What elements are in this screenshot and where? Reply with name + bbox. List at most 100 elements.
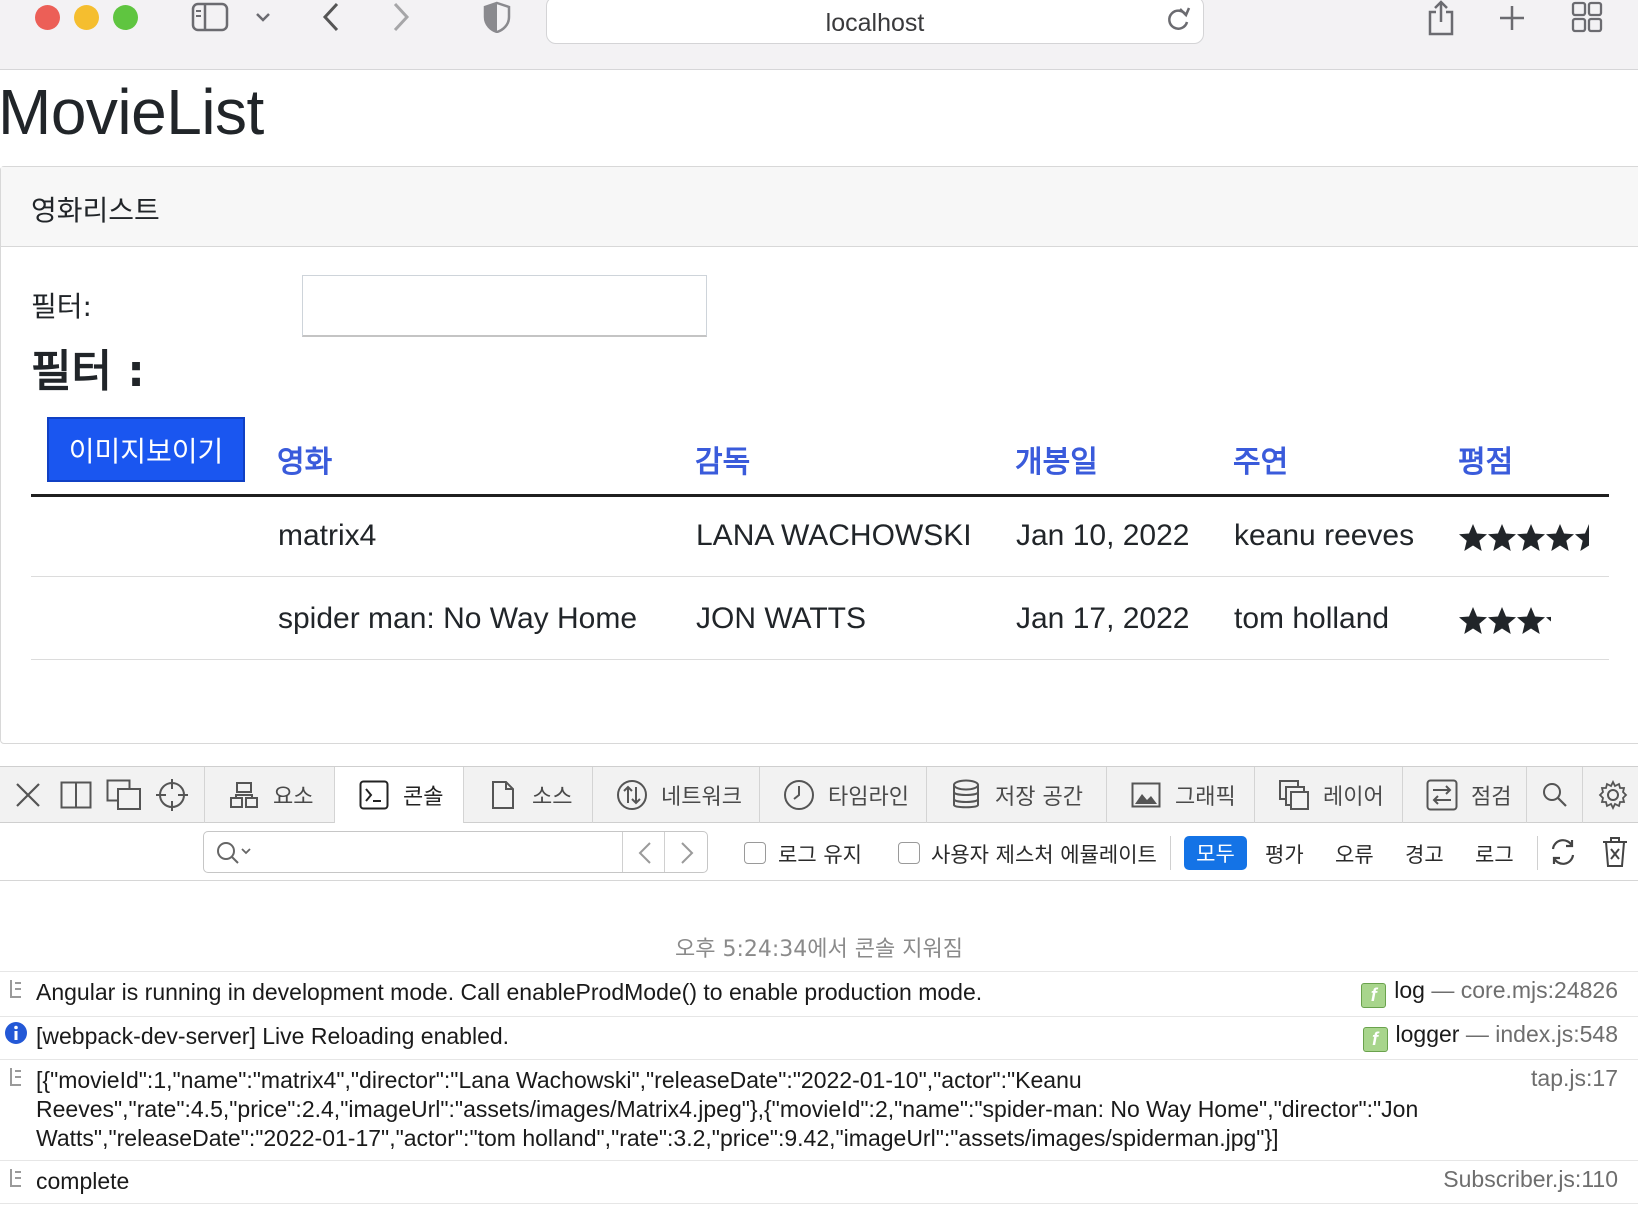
tab-storage[interactable]: 저장 공간 (927, 767, 1107, 823)
console-message-text: Reeves","rate":4.5,"price":2.4,"imageUrl… (36, 1096, 1419, 1122)
movie-director: JON WATTS (696, 602, 866, 635)
search-icon (214, 839, 254, 867)
column-header-movie[interactable]: 영화 (277, 437, 332, 481)
minimize-window-button[interactable] (74, 5, 99, 30)
tab-network[interactable]: 네트워크 (593, 767, 760, 823)
previous-match-icon[interactable] (630, 838, 660, 868)
star-icon (1488, 607, 1516, 634)
next-match-icon[interactable] (672, 838, 702, 868)
level-warning-button[interactable]: 경고 (1405, 839, 1444, 869)
console-search-input[interactable] (203, 831, 708, 873)
console-message-source[interactable]: f log — core.mjs:24826 (1361, 977, 1618, 1008)
console-message-source[interactable]: tap.js:17 (1531, 1065, 1618, 1092)
tab-elements[interactable]: 요소 (205, 767, 335, 823)
image-icon (1129, 778, 1163, 812)
console-divider (0, 1059, 1638, 1060)
gear-icon[interactable] (1597, 779, 1629, 811)
tab-label: 저장 공간 (995, 785, 1083, 810)
zoom-window-button[interactable] (113, 5, 138, 30)
preserve-log-label: 로그 유지 (778, 843, 862, 867)
console-divider (0, 1016, 1638, 1017)
level-log-button[interactable]: 로그 (1475, 839, 1514, 869)
console-divider (0, 1203, 1638, 1204)
filter-input[interactable] (302, 275, 707, 337)
chevron-down-icon[interactable] (252, 6, 274, 28)
close-window-button[interactable] (35, 5, 60, 30)
filter-label: 필터: (31, 290, 92, 323)
info-icon (4, 1021, 28, 1049)
layers-icon (1277, 778, 1311, 812)
movie-release-date: Jan 17, 2022 (1016, 602, 1190, 635)
sidebar-icon[interactable] (190, 0, 230, 34)
search-divider (622, 832, 623, 872)
level-all-button[interactable]: 모두 (1184, 836, 1247, 870)
forward-icon[interactable] (388, 0, 414, 34)
share-icon[interactable] (1424, 0, 1458, 36)
column-header-actor[interactable]: 주연 (1233, 437, 1288, 481)
devtools-tab-bar: 요소 콘솔 소스 네트워크 타임라인 저장 공간 그래픽 레이어 점검 (0, 767, 1638, 823)
movie-release-date: Jan 10, 2022 (1016, 519, 1190, 552)
tab-label: 요소 (273, 785, 314, 810)
tab-label: 점검 (1471, 785, 1512, 810)
console-message-source[interactable]: Subscriber.js:110 (1443, 1166, 1618, 1193)
tab-label: 소스 (532, 785, 573, 810)
column-header-rating[interactable]: 평점 (1458, 437, 1513, 481)
back-icon[interactable] (318, 0, 344, 34)
message-kind: log (1394, 977, 1425, 1003)
console-message-text: Watts","releaseDate":"2022-01-17","actor… (36, 1125, 1279, 1151)
trash-icon[interactable] (1600, 836, 1630, 868)
tab-graphics[interactable]: 그래픽 (1107, 767, 1255, 823)
search-divider (664, 832, 665, 872)
tab-label: 네트워크 (661, 785, 742, 810)
elements-icon (227, 778, 261, 812)
new-tab-icon[interactable] (1496, 2, 1528, 34)
source-location: core.mjs:24826 (1460, 977, 1618, 1003)
star-rating (1458, 606, 1551, 636)
emulate-gesture-label: 사용자 제스처 에뮬레이트 (931, 843, 1157, 867)
movie-actor: keanu reeves (1234, 519, 1415, 552)
tab-label: 그래픽 (1175, 785, 1236, 810)
console-filter-bar: 로그 유지 사용자 제스처 에뮬레이트 모두 평가 오류 경고 로그 (0, 823, 1638, 881)
level-evaluation-button[interactable]: 평가 (1265, 839, 1304, 869)
tab-timelines[interactable]: 타임라인 (760, 767, 927, 823)
tab-overview-icon[interactable] (1570, 0, 1604, 34)
console-message-text: [webpack-dev-server] Live Reloading enab… (36, 1023, 510, 1049)
column-header-release-date[interactable]: 개봉일 (1015, 437, 1098, 481)
close-icon[interactable] (14, 781, 42, 809)
column-header-director[interactable]: 감독 (695, 437, 750, 481)
tab-layers[interactable]: 레이어 (1255, 767, 1403, 823)
tab-console[interactable]: 콘솔 (335, 767, 464, 823)
address-bar[interactable]: localhost (546, 0, 1204, 44)
tab-sources[interactable]: 소스 (464, 767, 593, 823)
console-divider (0, 1160, 1638, 1161)
star-icon (1546, 524, 1574, 551)
star-icon (1546, 616, 1551, 622)
network-icon (615, 778, 649, 812)
tab-label: 레이어 (1323, 785, 1384, 810)
preserve-log-checkbox[interactable] (744, 842, 766, 864)
row-divider (31, 659, 1609, 660)
emulate-gesture-checkbox[interactable] (898, 842, 920, 864)
movie-director: LANA WACHOWSKI (696, 519, 972, 552)
show-images-button[interactable]: 이미지보이기 (47, 417, 245, 482)
search-icon[interactable] (1540, 780, 1570, 810)
tab-bar-divider (1582, 767, 1583, 823)
browser-toolbar: localhost (0, 0, 1638, 70)
tab-label: 콘솔 (403, 785, 444, 810)
refresh-icon[interactable] (1547, 836, 1579, 868)
log-icon (8, 1066, 24, 1092)
console-message-text: [{"movieId":1,"name":"matrix4","director… (36, 1067, 1082, 1093)
reload-icon[interactable] (1165, 5, 1191, 37)
movie-name: matrix4 (278, 519, 377, 552)
devtools-panel: 요소 콘솔 소스 네트워크 타임라인 저장 공간 그래픽 레이어 점검 로그 유… (0, 766, 1638, 1216)
console-message-source[interactable]: f logger — index.js:548 (1362, 1021, 1618, 1052)
console-cleared-message: 오후 5:24:34에서 콘솔 지워짐 (675, 937, 963, 962)
shield-icon[interactable] (482, 0, 512, 34)
inspect-element-icon[interactable] (155, 778, 189, 812)
filter-divider (1537, 836, 1538, 870)
tab-audit[interactable]: 점검 (1403, 767, 1527, 823)
responsive-mode-icon[interactable] (106, 779, 142, 811)
source-location: index.js:548 (1495, 1021, 1618, 1047)
level-error-button[interactable]: 오류 (1335, 839, 1374, 869)
dock-side-icon[interactable] (60, 780, 92, 810)
